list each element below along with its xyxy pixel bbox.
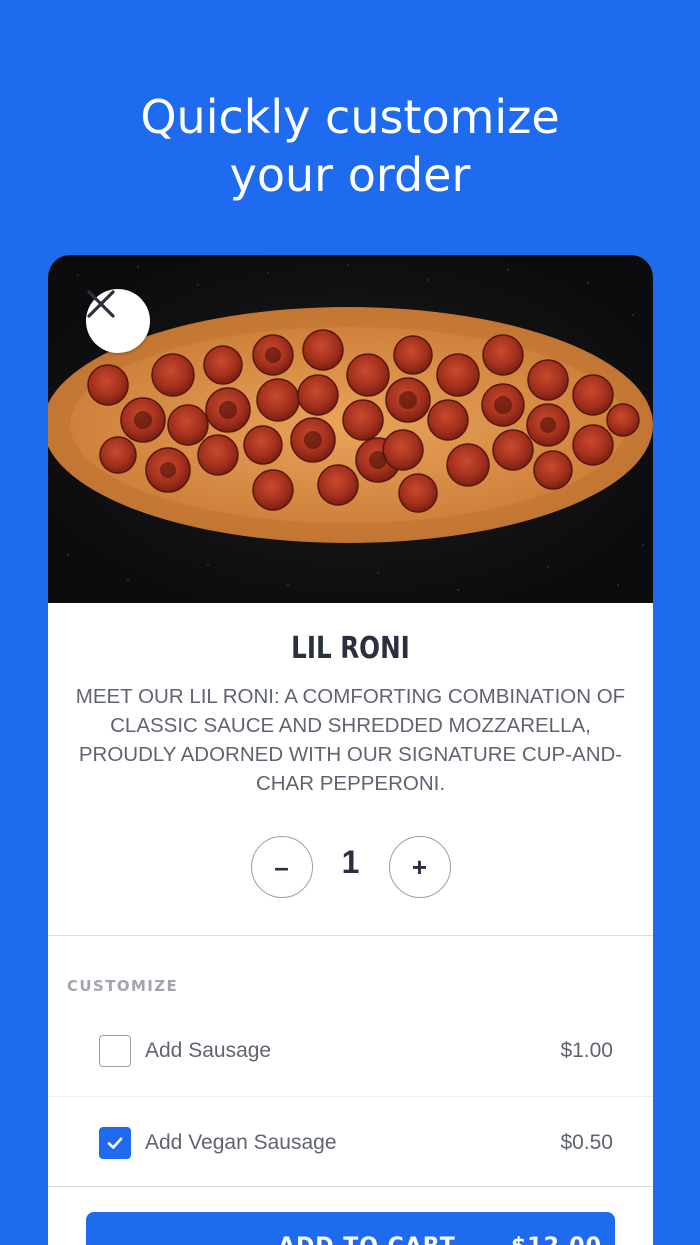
quantity-stepper: – 1 +	[48, 835, 653, 899]
option-label: Add Sausage	[145, 1039, 272, 1062]
add-to-cart-label: ADD TO CART	[278, 1234, 456, 1245]
headline-line-2: your order	[229, 148, 471, 202]
option-label: Add Vegan Sausage	[145, 1131, 337, 1154]
app-screen: Quickly customize your order LIL RONI ME…	[0, 0, 700, 1245]
quantity-value: 1	[341, 843, 360, 880]
close-button[interactable]	[86, 289, 150, 353]
option-add-sausage[interactable]: Add Sausage $1.00	[48, 1005, 653, 1097]
increment-button[interactable]: +	[388, 836, 451, 898]
checkbox-add-vegan-sausage[interactable]	[99, 1127, 131, 1159]
option-price: $0.50	[560, 1131, 613, 1154]
option-price: $1.00	[560, 1039, 613, 1062]
product-description: MEET OUR LIL RONI: A COMFORTING COMBINAT…	[75, 685, 626, 795]
headline-line-1: Quickly customize	[140, 90, 560, 144]
check-icon	[107, 1137, 123, 1149]
product-card: LIL RONI MEET OUR LIL RONI: A COMFORTING…	[48, 255, 653, 1245]
add-to-cart-button[interactable]: ADD TO CART $12.00	[86, 1212, 615, 1245]
product-name: LIL RONI	[291, 631, 410, 666]
product-image	[48, 255, 653, 603]
add-to-cart-price: $12.00	[511, 1234, 602, 1245]
close-icon	[87, 290, 115, 318]
divider	[48, 1186, 653, 1187]
headline: Quickly customize your order	[0, 88, 700, 204]
customize-section-label: CUSTOMIZE	[67, 977, 179, 995]
option-add-vegan-sausage[interactable]: Add Vegan Sausage $0.50	[48, 1097, 653, 1189]
decrement-button[interactable]: –	[250, 836, 313, 898]
divider	[48, 935, 653, 936]
checkbox-add-sausage[interactable]	[99, 1035, 131, 1067]
